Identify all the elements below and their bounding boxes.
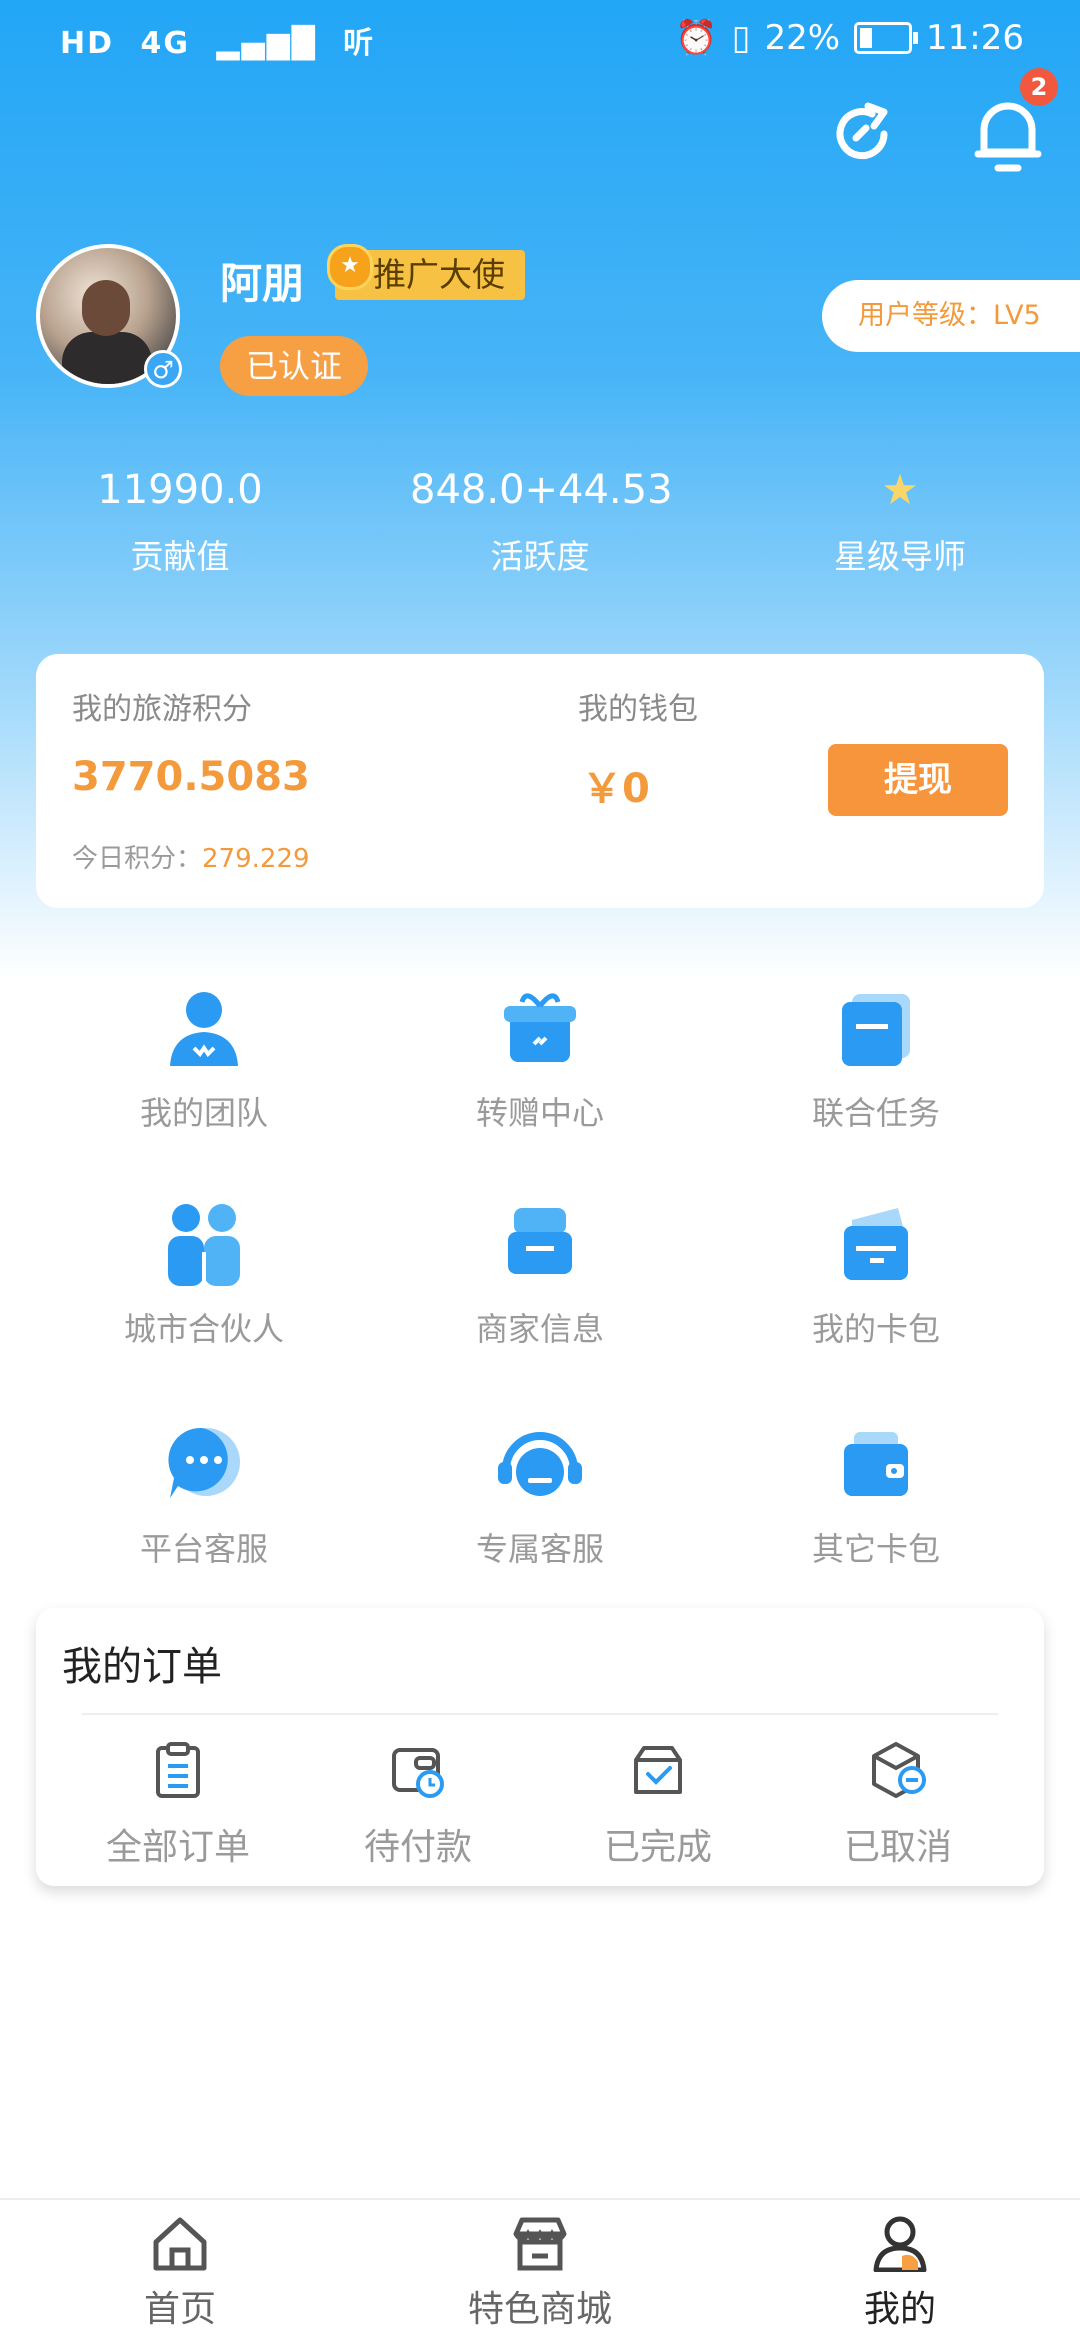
my-orders-card: 我的订单 全部订单 待付款 已完成 已取消 bbox=[36, 1608, 1044, 1886]
menu-merchant-info[interactable]: 商家信息 bbox=[390, 1196, 690, 1350]
order-label: 已取消 bbox=[843, 1827, 952, 1868]
menu-label: 联合任务 bbox=[811, 1094, 940, 1132]
stat-label: 活跃度 bbox=[490, 537, 590, 576]
orders-title: 我的订单 bbox=[62, 1644, 222, 1690]
menu-label: 商家信息 bbox=[475, 1310, 604, 1348]
menu-gift-center[interactable]: 转赠中心 bbox=[390, 980, 690, 1134]
menu-platform-support[interactable]: 平台客服 bbox=[54, 1416, 354, 1570]
menu-other-cards[interactable]: 其它卡包 bbox=[726, 1416, 1026, 1570]
network-indicator: 4G bbox=[140, 26, 190, 61]
status-bar: HD 4G ▂▄▆█ 听 ⏰ ▯ 22% 11:26 bbox=[0, 0, 1080, 80]
user-level-pill[interactable]: 用户等级：LV5 bbox=[822, 280, 1080, 352]
stat-label: 星级导师 bbox=[834, 537, 966, 576]
menu-exclusive-support[interactable]: 专属客服 bbox=[390, 1416, 690, 1570]
menu-label: 平台客服 bbox=[139, 1530, 268, 1568]
today-points-value: 279.229 bbox=[202, 844, 310, 874]
menu-label: 我的卡包 bbox=[811, 1310, 940, 1348]
card-wallet-icon bbox=[844, 1208, 908, 1280]
battery-icon bbox=[854, 22, 919, 54]
wallet-label: 我的钱包 bbox=[578, 692, 698, 727]
partners-icon bbox=[168, 1204, 240, 1286]
user-icon bbox=[873, 2216, 927, 2273]
alarm-icon: ⏰ bbox=[675, 18, 718, 58]
tab-label: 首页 bbox=[143, 2289, 216, 2330]
today-points: 今日积分：279.229 bbox=[72, 838, 310, 875]
menu-joint-tasks[interactable]: 联合任务 bbox=[726, 980, 1026, 1134]
ambassador-label: 推广大使 bbox=[373, 255, 505, 294]
status-right: ⏰ ▯ 22% 11:26 bbox=[675, 18, 1024, 58]
stat-activity[interactable]: 848.0+44.53 活跃度 bbox=[410, 462, 673, 578]
orders-cancelled[interactable]: 已取消 bbox=[778, 1738, 1018, 1870]
store-icon bbox=[508, 1208, 572, 1274]
vibrate-icon: ▯ bbox=[731, 18, 751, 58]
menu-label: 专属客服 bbox=[475, 1530, 604, 1568]
today-points-label: 今日积分： bbox=[72, 844, 203, 874]
medal-icon: ★ bbox=[327, 244, 373, 290]
notification-badge: 2 bbox=[1020, 68, 1058, 106]
stat-label: 贡献值 bbox=[130, 537, 230, 576]
menu-label: 转赠中心 bbox=[475, 1094, 604, 1132]
completed-box-icon bbox=[634, 1746, 682, 1794]
cancelled-box-icon bbox=[872, 1742, 926, 1798]
gift-icon bbox=[504, 993, 576, 1062]
hd-indicator: HD bbox=[60, 26, 115, 61]
points-wallet-card: 我的旅游积分 3770.5083 今日积分：279.229 我的钱包 ￥0 提现 bbox=[36, 654, 1044, 908]
clipboard-icon bbox=[156, 1742, 200, 1798]
orders-all[interactable]: 全部订单 bbox=[58, 1738, 298, 1870]
wallet-icon bbox=[844, 1432, 908, 1496]
ambassador-badge: ★ 推广大使 bbox=[327, 244, 525, 300]
orders-pending-payment[interactable]: 待付款 bbox=[298, 1738, 538, 1870]
tab-home[interactable]: 首页 bbox=[50, 2214, 310, 2332]
menu-label: 我的团队 bbox=[139, 1094, 268, 1132]
points-label: 我的旅游积分 bbox=[72, 692, 252, 727]
order-label: 待付款 bbox=[363, 1827, 472, 1868]
app-indicator: 听 bbox=[343, 26, 376, 61]
tab-mine[interactable]: 我的 bbox=[770, 2214, 1030, 2332]
bottom-tab-bar: 首页 特色商城 我的 bbox=[0, 2198, 1080, 2342]
signal-icon: ▂▄▆█ bbox=[216, 26, 317, 61]
menu-my-cards[interactable]: 我的卡包 bbox=[726, 1196, 1026, 1350]
stat-value: 11990.0 bbox=[97, 467, 263, 513]
folder-icon bbox=[842, 994, 910, 1066]
order-label: 全部订单 bbox=[105, 1827, 250, 1868]
refresh-icon[interactable] bbox=[826, 98, 898, 170]
pending-payment-icon bbox=[392, 1748, 444, 1798]
star-icon: ★ bbox=[881, 465, 919, 514]
battery-percent: 22% bbox=[764, 18, 841, 58]
points-value: 3770.5083 bbox=[72, 754, 310, 800]
menu-city-partner[interactable]: 城市合伙人 bbox=[54, 1196, 354, 1350]
menu-my-team[interactable]: 我的团队 bbox=[54, 980, 354, 1134]
status-left: HD 4G ▂▄▆█ 听 bbox=[60, 18, 389, 62]
menu-label: 其它卡包 bbox=[811, 1530, 940, 1568]
orders-divider bbox=[82, 1713, 998, 1715]
order-label: 已完成 bbox=[603, 1827, 712, 1868]
withdraw-button[interactable]: 提现 bbox=[828, 744, 1008, 816]
tab-label: 我的 bbox=[863, 2289, 936, 2330]
clock: 11:26 bbox=[926, 18, 1024, 58]
gender-male-icon: ♂ bbox=[144, 350, 182, 388]
stat-value: 848.0+44.53 bbox=[410, 467, 673, 513]
headset-icon bbox=[498, 1432, 582, 1496]
orders-completed[interactable]: 已完成 bbox=[538, 1738, 778, 1870]
wallet-balance: ￥0 bbox=[582, 766, 650, 812]
chat-icon bbox=[168, 1427, 240, 1498]
home-icon bbox=[153, 2217, 207, 2271]
menu-label: 城市合伙人 bbox=[123, 1310, 284, 1348]
username: 阿朋 bbox=[220, 259, 305, 308]
team-icon bbox=[170, 992, 238, 1066]
shop-icon bbox=[513, 2217, 567, 2271]
tab-label: 特色商城 bbox=[467, 2289, 612, 2330]
stat-star-mentor[interactable]: ★ 星级导师 bbox=[770, 462, 1030, 578]
verified-badge: 已认证 bbox=[220, 336, 368, 396]
tab-shop[interactable]: 特色商城 bbox=[410, 2214, 670, 2332]
stat-contribution[interactable]: 11990.0 贡献值 bbox=[50, 462, 310, 578]
